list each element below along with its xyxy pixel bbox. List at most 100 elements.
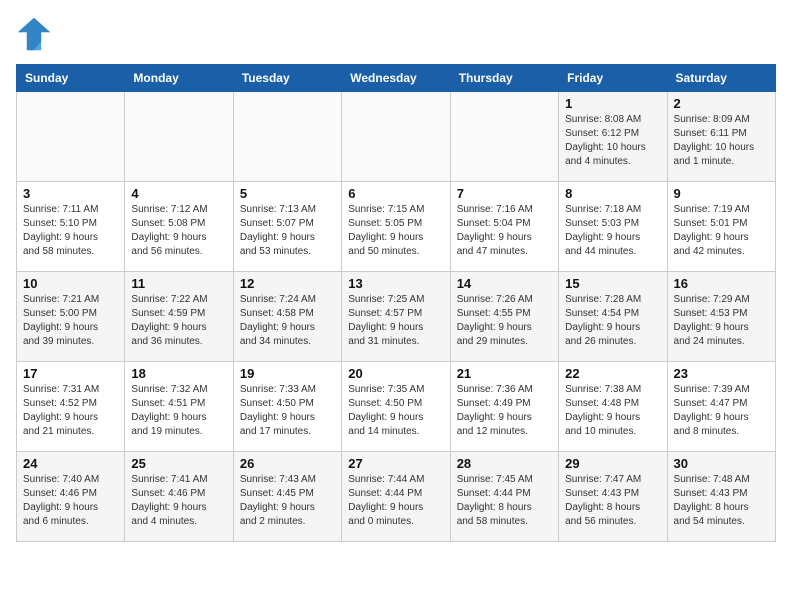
day-info: Sunrise: 7:11 AM Sunset: 5:10 PM Dayligh… <box>23 203 118 259</box>
calendar-cell: 3 Sunrise: 7:11 AM Sunset: 5:10 PM Daylig… <box>17 182 125 272</box>
day-number: 26 <box>240 456 335 471</box>
day-number: 25 <box>131 456 226 471</box>
calendar-cell: 1 Sunrise: 8:08 AM Sunset: 6:12 PM Daylig… <box>559 92 667 182</box>
day-info: Sunrise: 7:26 AM Sunset: 4:55 PM Dayligh… <box>457 293 552 349</box>
calendar-cell: 9 Sunrise: 7:19 AM Sunset: 5:01 PM Daylig… <box>667 182 775 272</box>
day-number: 18 <box>131 366 226 381</box>
day-info: Sunrise: 7:28 AM Sunset: 4:54 PM Dayligh… <box>565 293 660 349</box>
day-number: 20 <box>348 366 443 381</box>
weekday-header: Monday <box>125 65 233 92</box>
day-info: Sunrise: 7:44 AM Sunset: 4:44 PM Dayligh… <box>348 473 443 529</box>
day-info: Sunrise: 7:15 AM Sunset: 5:05 PM Dayligh… <box>348 203 443 259</box>
weekday-header: Thursday <box>450 65 558 92</box>
calendar-cell: 15 Sunrise: 7:28 AM Sunset: 4:54 PM Dayli… <box>559 272 667 362</box>
weekday-header: Tuesday <box>233 65 341 92</box>
day-info: Sunrise: 7:13 AM Sunset: 5:07 PM Dayligh… <box>240 203 335 259</box>
day-info: Sunrise: 7:45 AM Sunset: 4:44 PM Dayligh… <box>457 473 552 529</box>
calendar-week-row: 10 Sunrise: 7:21 AM Sunset: 5:00 PM Dayli… <box>17 272 776 362</box>
day-info: Sunrise: 8:08 AM Sunset: 6:12 PM Dayligh… <box>565 113 660 169</box>
day-number: 12 <box>240 276 335 291</box>
day-number: 15 <box>565 276 660 291</box>
day-number: 5 <box>240 186 335 201</box>
day-number: 2 <box>674 96 769 111</box>
day-number: 11 <box>131 276 226 291</box>
weekday-header: Friday <box>559 65 667 92</box>
day-number: 19 <box>240 366 335 381</box>
day-info: Sunrise: 7:22 AM Sunset: 4:59 PM Dayligh… <box>131 293 226 349</box>
calendar-cell: 12 Sunrise: 7:24 AM Sunset: 4:58 PM Dayli… <box>233 272 341 362</box>
calendar-cell: 21 Sunrise: 7:36 AM Sunset: 4:49 PM Dayli… <box>450 362 558 452</box>
day-info: Sunrise: 7:35 AM Sunset: 4:50 PM Dayligh… <box>348 383 443 439</box>
calendar-cell: 23 Sunrise: 7:39 AM Sunset: 4:47 PM Dayli… <box>667 362 775 452</box>
day-number: 7 <box>457 186 552 201</box>
calendar-cell: 8 Sunrise: 7:18 AM Sunset: 5:03 PM Daylig… <box>559 182 667 272</box>
day-info: Sunrise: 7:47 AM Sunset: 4:43 PM Dayligh… <box>565 473 660 529</box>
calendar-cell: 30Sunrise: 7:48 AM Sunset: 4:43 PM Dayli… <box>667 452 775 542</box>
day-number: 3 <box>23 186 118 201</box>
day-number: 8 <box>565 186 660 201</box>
calendar-cell: 29 Sunrise: 7:47 AM Sunset: 4:43 PM Dayli… <box>559 452 667 542</box>
day-number: 21 <box>457 366 552 381</box>
calendar-cell: 22 Sunrise: 7:38 AM Sunset: 4:48 PM Dayli… <box>559 362 667 452</box>
calendar-cell: 25 Sunrise: 7:41 AM Sunset: 4:46 PM Dayli… <box>125 452 233 542</box>
day-info: Sunrise: 7:29 AM Sunset: 4:53 PM Dayligh… <box>674 293 769 349</box>
calendar-week-row: 1 Sunrise: 8:08 AM Sunset: 6:12 PM Daylig… <box>17 92 776 182</box>
day-info: Sunrise: 7:12 AM Sunset: 5:08 PM Dayligh… <box>131 203 226 259</box>
day-info: Sunrise: 7:24 AM Sunset: 4:58 PM Dayligh… <box>240 293 335 349</box>
day-number: 13 <box>348 276 443 291</box>
calendar-cell: 13Sunrise: 7:25 AM Sunset: 4:57 PM Dayli… <box>342 272 450 362</box>
calendar-cell: 27 Sunrise: 7:44 AM Sunset: 4:44 PM Dayli… <box>342 452 450 542</box>
calendar-cell <box>233 92 341 182</box>
day-number: 1 <box>565 96 660 111</box>
day-info: Sunrise: 7:32 AM Sunset: 4:51 PM Dayligh… <box>131 383 226 439</box>
calendar-week-row: 24 Sunrise: 7:40 AM Sunset: 4:46 PM Dayli… <box>17 452 776 542</box>
day-number: 27 <box>348 456 443 471</box>
weekday-header: Wednesday <box>342 65 450 92</box>
calendar-cell <box>450 92 558 182</box>
day-info: Sunrise: 7:40 AM Sunset: 4:46 PM Dayligh… <box>23 473 118 529</box>
day-number: 24 <box>23 456 118 471</box>
day-number: 16 <box>674 276 769 291</box>
page-header <box>16 16 776 52</box>
day-number: 10 <box>23 276 118 291</box>
weekday-header-row: SundayMondayTuesdayWednesdayThursdayFrid… <box>17 65 776 92</box>
logo-icon <box>16 16 52 52</box>
calendar-cell: 7 Sunrise: 7:16 AM Sunset: 5:04 PM Daylig… <box>450 182 558 272</box>
day-info: Sunrise: 7:41 AM Sunset: 4:46 PM Dayligh… <box>131 473 226 529</box>
calendar-cell: 10 Sunrise: 7:21 AM Sunset: 5:00 PM Dayli… <box>17 272 125 362</box>
weekday-header: Saturday <box>667 65 775 92</box>
day-number: 29 <box>565 456 660 471</box>
calendar-cell: 24 Sunrise: 7:40 AM Sunset: 4:46 PM Dayli… <box>17 452 125 542</box>
day-number: 14 <box>457 276 552 291</box>
calendar-cell: 5 Sunrise: 7:13 AM Sunset: 5:07 PM Daylig… <box>233 182 341 272</box>
calendar-week-row: 17Sunrise: 7:31 AM Sunset: 4:52 PM Dayli… <box>17 362 776 452</box>
calendar-cell <box>17 92 125 182</box>
day-info: Sunrise: 7:48 AM Sunset: 4:43 PM Dayligh… <box>674 473 769 529</box>
day-info: Sunrise: 7:16 AM Sunset: 5:04 PM Dayligh… <box>457 203 552 259</box>
day-number: 6 <box>348 186 443 201</box>
calendar-cell: 20 Sunrise: 7:35 AM Sunset: 4:50 PM Dayli… <box>342 362 450 452</box>
day-number: 4 <box>131 186 226 201</box>
day-info: Sunrise: 7:43 AM Sunset: 4:45 PM Dayligh… <box>240 473 335 529</box>
day-number: 9 <box>674 186 769 201</box>
weekday-header: Sunday <box>17 65 125 92</box>
calendar-cell: 18 Sunrise: 7:32 AM Sunset: 4:51 PM Dayli… <box>125 362 233 452</box>
day-number: 23 <box>674 366 769 381</box>
calendar-cell: 14 Sunrise: 7:26 AM Sunset: 4:55 PM Dayli… <box>450 272 558 362</box>
calendar-cell: 26 Sunrise: 7:43 AM Sunset: 4:45 PM Dayli… <box>233 452 341 542</box>
calendar-cell <box>342 92 450 182</box>
day-info: Sunrise: 7:19 AM Sunset: 5:01 PM Dayligh… <box>674 203 769 259</box>
calendar-cell: 28 Sunrise: 7:45 AM Sunset: 4:44 PM Dayli… <box>450 452 558 542</box>
day-info: Sunrise: 7:18 AM Sunset: 5:03 PM Dayligh… <box>565 203 660 259</box>
calendar-cell <box>125 92 233 182</box>
calendar: SundayMondayTuesdayWednesdayThursdayFrid… <box>16 64 776 542</box>
day-info: Sunrise: 7:38 AM Sunset: 4:48 PM Dayligh… <box>565 383 660 439</box>
day-number: 17 <box>23 366 118 381</box>
day-info: Sunrise: 7:36 AM Sunset: 4:49 PM Dayligh… <box>457 383 552 439</box>
day-number: 22 <box>565 366 660 381</box>
calendar-cell: 17Sunrise: 7:31 AM Sunset: 4:52 PM Dayli… <box>17 362 125 452</box>
calendar-cell: 2Sunrise: 8:09 AM Sunset: 6:11 PM Daylig… <box>667 92 775 182</box>
day-info: Sunrise: 7:39 AM Sunset: 4:47 PM Dayligh… <box>674 383 769 439</box>
day-info: Sunrise: 7:21 AM Sunset: 5:00 PM Dayligh… <box>23 293 118 349</box>
day-number: 28 <box>457 456 552 471</box>
